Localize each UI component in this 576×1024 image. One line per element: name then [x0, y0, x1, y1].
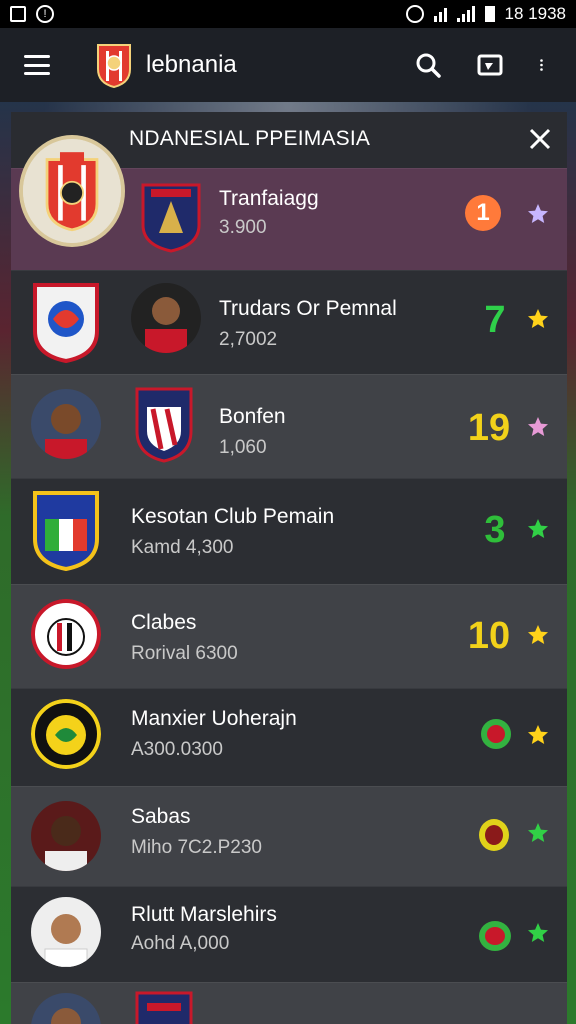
- club-points: 2,7002: [219, 329, 278, 350]
- favorite-star-icon[interactable]: [526, 821, 550, 845]
- club-crest-icon: [141, 183, 201, 253]
- club-points: 3.900: [219, 217, 267, 238]
- club-points: Aohd A,000: [131, 933, 230, 954]
- battery-icon: [484, 6, 495, 22]
- status-bar: ! 18 1938: [0, 0, 576, 28]
- app-bar: lebnania: [0, 28, 576, 102]
- club-name: Clabes: [131, 611, 197, 634]
- rank-badge-icon: [479, 921, 511, 951]
- club-crest-icon: [31, 699, 101, 769]
- club-name: Bonfen: [219, 405, 286, 428]
- rank-number: 3: [484, 509, 506, 551]
- table-row[interactable]: Bonfen 1,060 19: [11, 374, 567, 478]
- club-name: Manxier Uoherajn: [131, 707, 297, 730]
- club-name: Kesotan Club Pemain: [131, 505, 335, 528]
- club-crest-icon: [135, 387, 193, 463]
- club-points: A300.0300: [131, 739, 223, 760]
- player-avatar: [31, 389, 101, 459]
- menu-icon[interactable]: [24, 55, 50, 75]
- favorite-star-icon[interactable]: [526, 723, 550, 747]
- status-time: 18 1938: [504, 4, 566, 23]
- favorite-star-icon[interactable]: [526, 623, 550, 647]
- club-points: Rorival 6300: [131, 643, 238, 664]
- rank-number: 19: [467, 407, 511, 449]
- alarm-icon: [405, 5, 424, 23]
- table-row[interactable]: Kesotan Club Pemain Kamd 4,300 3: [11, 478, 567, 584]
- club-points: Miho 7C2.P230: [131, 837, 262, 858]
- info-notification-icon: !: [36, 5, 54, 23]
- club-name: Sabas: [131, 805, 191, 828]
- player-avatar: [31, 993, 101, 1024]
- panel-title: NDANESIAL PPEIMASIA: [129, 127, 371, 150]
- club-crest-icon: [135, 991, 193, 1024]
- search-icon[interactable]: [414, 51, 442, 79]
- rank-number: 10: [467, 615, 511, 657]
- image-notification-icon: [10, 6, 26, 22]
- table-row[interactable]: Sabas Miho 7C2.P230: [11, 786, 567, 886]
- rank-badge-icon: [479, 819, 509, 851]
- rank-badge: 1: [465, 195, 501, 231]
- more-vert-icon[interactable]: [538, 51, 552, 79]
- table-row[interactable]: Manxier Uoherajn A300.0300: [11, 688, 567, 786]
- favorite-star-icon[interactable]: [526, 415, 550, 439]
- player-avatar: [31, 801, 101, 871]
- rank-number: 7: [484, 299, 506, 341]
- club-crest-icon: [33, 283, 99, 364]
- table-row[interactable]: Rlutt Marslehirs Aohd A,000: [11, 886, 567, 982]
- club-name: Rlutt Marslehirs: [131, 903, 277, 926]
- table-row[interactable]: Clabes Rorival 6300 10: [11, 584, 567, 688]
- favorite-star-icon[interactable]: [526, 517, 550, 541]
- club-points: Kamd 4,300: [131, 537, 234, 558]
- standings-panel: NDANESIAL PPEIMASIA Tranfaiagg 3.900 1 T…: [11, 112, 567, 1024]
- rank-badge-icon: [481, 719, 511, 749]
- favorite-star-icon[interactable]: [526, 307, 550, 331]
- club-logo-icon: [97, 44, 131, 89]
- league-crest-icon: [19, 135, 125, 247]
- cast-icon[interactable]: [476, 51, 504, 79]
- player-avatar: [31, 897, 101, 967]
- table-row[interactable]: [11, 982, 567, 1024]
- club-points: 1,060: [219, 437, 267, 458]
- club-name: Tranfaiagg: [219, 187, 319, 210]
- favorite-star-icon[interactable]: [526, 202, 550, 226]
- favorite-star-icon[interactable]: [526, 921, 550, 945]
- close-icon[interactable]: [525, 124, 555, 154]
- wifi-signal-icon: [433, 6, 447, 22]
- club-name: Trudars Or Pemnal: [219, 297, 397, 320]
- club-crest-icon: [33, 491, 99, 572]
- club-crest-icon: [31, 599, 101, 669]
- app-title: lebnania: [146, 51, 237, 78]
- player-avatar: [131, 283, 201, 353]
- cell-signal-icon: [456, 6, 475, 22]
- table-row[interactable]: Trudars Or Pemnal 2,7002 7: [11, 270, 567, 374]
